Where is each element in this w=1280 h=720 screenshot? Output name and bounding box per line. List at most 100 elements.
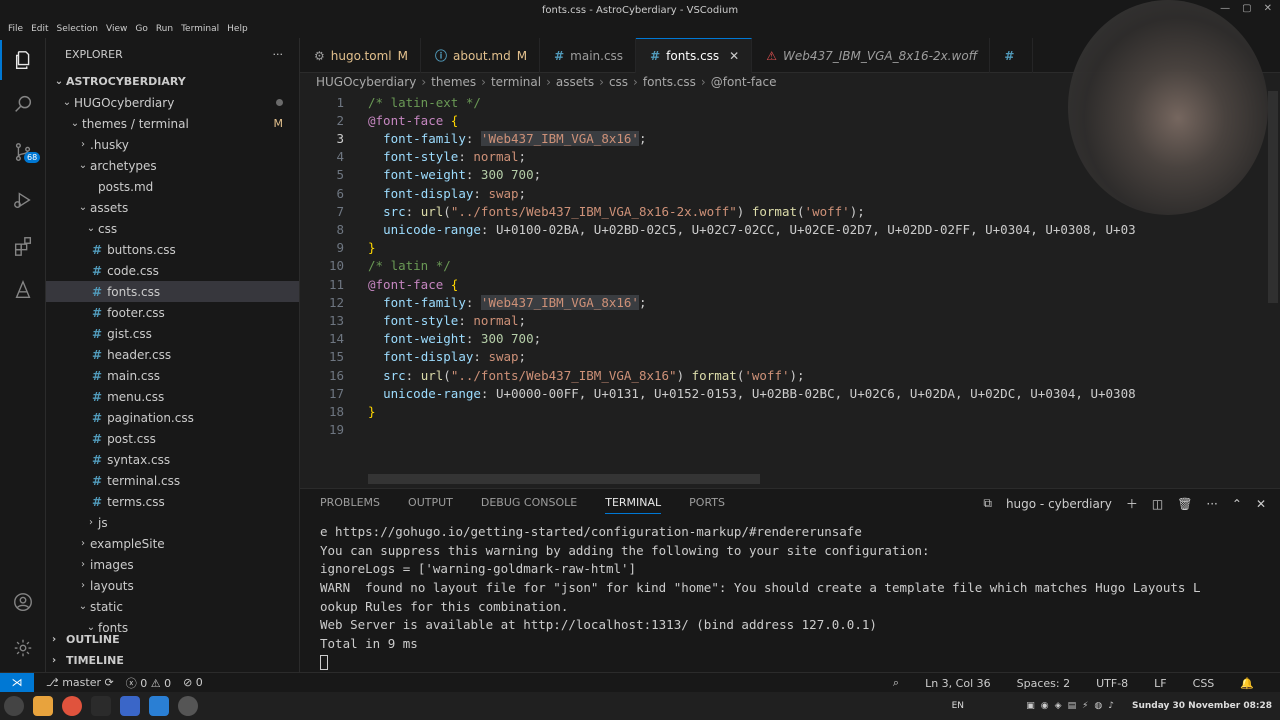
editor-tab[interactable]: # fonts.css ✕ xyxy=(636,38,753,73)
breadcrumb-item[interactable]: assets xyxy=(556,75,594,89)
clock[interactable]: Sunday 30 November 08:28 xyxy=(1132,701,1272,711)
files-icon[interactable] xyxy=(33,696,53,716)
panel-tab[interactable]: PROBLEMS xyxy=(320,496,380,509)
branch-indicator[interactable]: ⎇ master ⟳ xyxy=(46,676,114,689)
menu-file[interactable]: File xyxy=(4,24,27,34)
code-line[interactable]: 2 @font-face { xyxy=(300,111,1190,129)
code-line[interactable]: 5 font-weight: 300 700; xyxy=(300,166,1190,184)
tree-item[interactable]: › js xyxy=(46,512,299,533)
tree-item[interactable]: # footer.css xyxy=(46,302,299,323)
editor-tab[interactable]: # main.css xyxy=(540,38,637,73)
outline-section[interactable]: › OUTLINE xyxy=(46,629,299,650)
problems-indicator[interactable]: ⓧ 0 ⚠ 0 xyxy=(126,675,171,691)
tree-item[interactable]: # gist.css xyxy=(46,323,299,344)
tree-item[interactable]: # menu.css xyxy=(46,386,299,407)
panel-tab[interactable]: TERMINAL xyxy=(605,496,662,514)
extensions-icon[interactable] xyxy=(0,226,46,266)
breadcrumb-item[interactable]: themes xyxy=(431,75,476,89)
code-line[interactable]: 17 unicode-range: U+0000-00FF, U+0131, U… xyxy=(300,384,1190,402)
vertical-scrollbar[interactable] xyxy=(1268,91,1278,303)
editor-tab[interactable]: ⚠ Web437_IBM_VGA_8x16-2x.woff xyxy=(752,38,991,73)
tree-item[interactable]: › images xyxy=(46,554,299,575)
terminal-prompt[interactable] xyxy=(320,654,1270,674)
panel-tab[interactable]: DEBUG CONSOLE xyxy=(481,496,577,509)
run-debug-icon[interactable] xyxy=(0,180,46,220)
search-icon[interactable] xyxy=(0,84,46,124)
tree-item[interactable]: ⌄ static xyxy=(46,596,299,617)
tree-item[interactable]: # syntax.css xyxy=(46,449,299,470)
breadcrumb-item[interactable]: fonts.css xyxy=(643,75,696,89)
vscodium-icon[interactable] xyxy=(149,696,169,716)
panel-tab[interactable]: OUTPUT xyxy=(408,496,453,509)
browser-icon[interactable] xyxy=(62,696,82,716)
tree-item[interactable]: # main.css xyxy=(46,365,299,386)
obs-icon[interactable] xyxy=(178,696,198,716)
terminal-name[interactable]: hugo - cyberdiary xyxy=(1006,497,1112,511)
close-tab-icon[interactable]: ✕ xyxy=(729,49,739,63)
tree-item[interactable]: › exampleSite xyxy=(46,533,299,554)
menu-run[interactable]: Run xyxy=(152,24,177,34)
code-line[interactable]: 18} xyxy=(300,402,1190,420)
breadcrumb-item[interactable]: terminal xyxy=(491,75,541,89)
tree-item[interactable]: ⌄ assets xyxy=(46,197,299,218)
menu-terminal[interactable]: Terminal xyxy=(177,24,223,34)
code-line[interactable]: 3 font-family: 'Web437_IBM_VGA_8x16'; xyxy=(300,129,1190,147)
maximize-icon[interactable]: ▢ xyxy=(1242,3,1251,14)
tree-item[interactable]: # terms.css xyxy=(46,491,299,512)
keyboard-language[interactable]: EN xyxy=(952,701,964,711)
settings-gear-icon[interactable] xyxy=(0,628,46,668)
tree-item[interactable]: # code.css xyxy=(46,260,299,281)
menu-edit[interactable]: Edit xyxy=(27,24,52,34)
app-menu-icon[interactable] xyxy=(4,696,24,716)
source-control-icon[interactable]: 68 xyxy=(0,132,46,172)
tree-item[interactable]: › .husky xyxy=(46,134,299,155)
maximize-panel-icon[interactable]: ⌃ xyxy=(1232,497,1242,511)
terminal-app-icon[interactable] xyxy=(91,696,111,716)
close-panel-icon[interactable]: ✕ xyxy=(1256,497,1266,511)
code-line[interactable]: 7 src: url("../fonts/Web437_IBM_VGA_8x16… xyxy=(300,202,1190,220)
code-line[interactable]: 4 font-style: normal; xyxy=(300,148,1190,166)
more-actions-icon[interactable]: ··· xyxy=(273,48,284,61)
minimize-icon[interactable]: — xyxy=(1220,3,1230,14)
horizontal-scrollbar[interactable] xyxy=(368,474,760,484)
menu-help[interactable]: Help xyxy=(223,24,252,34)
editor-tab[interactable]: ⚙ hugo.toml M xyxy=(300,38,421,73)
editor-tab[interactable]: ⓘ about.md M xyxy=(421,38,541,73)
breadcrumb-item[interactable]: css xyxy=(609,75,628,89)
tree-item[interactable]: ⌄ archetypes xyxy=(46,155,299,176)
ports-indicator[interactable]: ⊘ 0 xyxy=(183,676,203,689)
code-line[interactable]: 16 src: url("../fonts/Web437_IBM_VGA_8x1… xyxy=(300,366,1190,384)
tree-item[interactable]: # fonts.css xyxy=(46,281,299,302)
code-line[interactable]: 12 font-family: 'Web437_IBM_VGA_8x16'; xyxy=(300,293,1190,311)
notifications-icon[interactable]: 🔔 xyxy=(1240,677,1254,690)
menu-view[interactable]: View xyxy=(102,24,131,34)
close-window-icon[interactable]: ✕ xyxy=(1264,3,1272,14)
code-line[interactable]: 1 /* latin-ext */ xyxy=(300,93,1190,111)
code-line[interactable]: 15 font-display: swap; xyxy=(300,348,1190,366)
cursor-position[interactable]: Ln 3, Col 36 xyxy=(925,677,991,690)
editor-app-icon[interactable] xyxy=(120,696,140,716)
editor-tab[interactable]: # xyxy=(990,38,1034,73)
tree-item[interactable]: ⌄ HUGOcyberdiary xyxy=(46,92,299,113)
menu-go[interactable]: Go xyxy=(131,24,151,34)
code-line[interactable]: 19 xyxy=(300,421,1190,439)
tree-item[interactable]: # post.css xyxy=(46,428,299,449)
code-line[interactable]: 13 font-style: normal; xyxy=(300,311,1190,329)
account-icon[interactable] xyxy=(0,582,46,622)
more-icon[interactable]: ··· xyxy=(1206,497,1217,511)
indentation[interactable]: Spaces: 2 xyxy=(1017,677,1070,690)
split-terminal-icon[interactable]: ◫ xyxy=(1152,497,1163,511)
workspace-root[interactable]: ⌄ ASTROCYBERDIARY xyxy=(46,71,299,92)
tree-item[interactable]: › layouts xyxy=(46,575,299,596)
tree-item[interactable]: ⌄ css xyxy=(46,218,299,239)
remote-explorer-icon[interactable] xyxy=(0,270,46,310)
language-mode[interactable]: CSS xyxy=(1193,677,1215,690)
breadcrumb-item[interactable]: HUGOcyberdiary xyxy=(316,75,416,89)
code-line[interactable]: 6 font-display: swap; xyxy=(300,184,1190,202)
code-line[interactable]: 11 @font-face { xyxy=(300,275,1190,293)
explorer-icon[interactable] xyxy=(0,40,46,80)
terminal-output[interactable]: e https://gohugo.io/getting-started/conf… xyxy=(320,524,1270,674)
new-terminal-icon[interactable]: ＋ xyxy=(1126,495,1138,512)
tree-item[interactable]: ⌄ themes / terminal M xyxy=(46,113,299,134)
menu-selection[interactable]: Selection xyxy=(53,24,102,34)
